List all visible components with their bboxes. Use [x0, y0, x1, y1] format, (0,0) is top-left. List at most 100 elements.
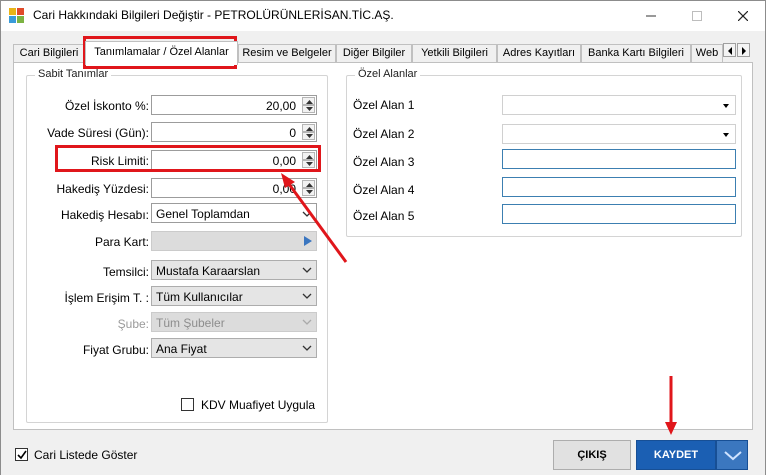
caret-up-icon [306, 183, 313, 187]
tab-web[interactable]: Web [691, 44, 723, 63]
hakedis-yuzde-spinner[interactable] [302, 180, 315, 196]
tab-tanimlamalar[interactable]: Tanımlamalar / Özel Alanlar [85, 41, 238, 65]
caret-down-icon [723, 133, 729, 137]
colored-blocks-icon [9, 8, 25, 24]
ozel-alan-2-select[interactable] [502, 124, 736, 144]
sube-value: Tüm Şubeler [156, 316, 225, 330]
caret-down-icon [306, 190, 313, 194]
cikis-button[interactable]: ÇIKIŞ [553, 440, 631, 470]
chevron-down-icon [302, 267, 312, 273]
para-kart-label: Para Kart: [94, 235, 149, 249]
hakedis-yuzde-value: 0,00 [272, 182, 296, 196]
chevron-down-icon [302, 319, 312, 325]
spin-down-button[interactable] [302, 188, 315, 196]
hakedis-hesap-label: Hakediş Hesabı: [60, 208, 149, 222]
spin-up-button[interactable] [302, 97, 315, 105]
chevron-down-icon [302, 345, 312, 351]
hakedis-hesap-select[interactable]: Genel Toplamdan [151, 203, 317, 223]
sabit-tanimlar-group: Sabit Tanımlar Özel İskonto %: 20,00 Vad… [26, 68, 328, 423]
caret-up-icon [306, 127, 313, 131]
hakedis-yuzde-input[interactable]: 0,00 [151, 178, 317, 198]
temsilci-value: Mustafa Karaarslan [156, 264, 261, 278]
ozel-iskonto-input[interactable]: 20,00 [151, 95, 317, 115]
tab-cari-bilgileri[interactable]: Cari Bilgileri [13, 44, 85, 63]
islem-erisim-select[interactable]: Tüm Kullanıcılar [151, 286, 317, 306]
hakedis-yuzde-label: Hakediş Yüzdesi: [56, 182, 150, 196]
vade-spinner[interactable] [302, 124, 315, 140]
vade-value: 0 [289, 126, 296, 140]
spin-down-button[interactable] [302, 160, 315, 168]
fiyat-grubu-select[interactable]: Ana Fiyat [151, 338, 317, 358]
sabit-tanimlar-title: Sabit Tanımlar [35, 68, 112, 80]
ozel-alan-3-label: Özel Alan 3 [353, 155, 415, 169]
kdv-muafiyet-checkbox[interactable] [181, 398, 194, 411]
tab-banka-karti[interactable]: Banka Kartı Bilgileri [581, 44, 691, 63]
tab-yetkili-bilgileri[interactable]: Yetkili Bilgileri [412, 44, 497, 63]
window-title: Cari Hakkındaki Bilgileri Değiştir - PET… [33, 8, 394, 22]
caret-down-icon [306, 162, 313, 166]
minimize-button[interactable] [628, 1, 674, 31]
maximize-button[interactable] [674, 1, 720, 31]
tab-page-tanimlamalar: Sabit Tanımlar Özel İskonto %: 20,00 Vad… [13, 62, 753, 430]
vade-label: Vade Süresi (Gün): [47, 126, 149, 140]
risk-limiti-value: 0,00 [272, 154, 296, 168]
kaydet-button[interactable]: KAYDET [636, 440, 716, 470]
tab-adres-kayitlari[interactable]: Adres Kayıtları [497, 44, 581, 63]
spin-up-button[interactable] [302, 152, 315, 160]
ozel-alan-5-input[interactable] [502, 204, 736, 224]
caret-down-icon [723, 104, 729, 108]
chevron-down-icon [302, 293, 312, 299]
temsilci-select[interactable]: Mustafa Karaarslan [151, 260, 317, 280]
hakedis-hesap-value: Genel Toplamdan [156, 207, 250, 221]
ozel-alan-4-input[interactable] [502, 177, 736, 197]
chevron-down-icon [724, 451, 742, 461]
ozel-alan-5-label: Özel Alan 5 [353, 209, 415, 223]
ozel-alanlar-group: Özel Alanlar Özel Alan 1 Özel Alan 2 Öze… [346, 68, 742, 237]
tab-scroll-left[interactable] [723, 43, 736, 57]
ozel-alanlar-title: Özel Alanlar [355, 68, 421, 80]
risk-limiti-label: Risk Limiti: [90, 154, 149, 168]
sube-label: Şube: [117, 317, 149, 331]
vade-input[interactable]: 0 [151, 122, 317, 142]
kaydet-dropdown-button[interactable] [716, 440, 748, 470]
caret-up-icon [306, 155, 313, 159]
ozel-iskonto-spinner[interactable] [302, 97, 315, 113]
risk-limiti-input[interactable]: 0,00 [151, 150, 317, 170]
islem-erisim-value: Tüm Kullanıcılar [156, 290, 243, 304]
tab-resim-belgeler[interactable]: Resim ve Belgeler [238, 44, 336, 63]
caret-down-icon [306, 107, 313, 111]
tab-diger-bilgiler[interactable]: Diğer Bilgiler [336, 44, 412, 63]
spin-up-button[interactable] [302, 124, 315, 132]
checkmark-icon [17, 450, 27, 460]
islem-erisim-label: İşlem Erişim T. : [64, 291, 149, 305]
temsilci-label: Temsilci: [102, 265, 149, 279]
bottom-bar: Cari Listede Göster ÇIKIŞ KAYDET [1, 431, 765, 475]
chevron-right-icon [742, 47, 746, 55]
para-kart-selector[interactable] [151, 231, 317, 251]
kdv-muafiyet-label[interactable]: KDV Muafiyet Uygula [201, 398, 315, 412]
spin-down-button[interactable] [302, 105, 315, 113]
minimize-icon [646, 15, 656, 17]
spin-down-button[interactable] [302, 132, 315, 140]
ozel-alan-4-label: Özel Alan 4 [353, 183, 415, 197]
ozel-alan-3-input[interactable] [502, 149, 736, 169]
ozel-alan-1-select[interactable] [502, 95, 736, 115]
caret-up-icon [306, 100, 313, 104]
cari-listede-label[interactable]: Cari Listede Göster [34, 448, 137, 462]
sube-select[interactable]: Tüm Şubeler [151, 312, 317, 332]
caret-down-icon [306, 134, 313, 138]
ozel-alan-2-label: Özel Alan 2 [353, 127, 415, 141]
fiyat-grubu-value: Ana Fiyat [156, 342, 207, 356]
ozel-iskonto-label: Özel İskonto %: [64, 99, 149, 113]
spin-up-button[interactable] [302, 180, 315, 188]
title-bar[interactable]: Cari Hakkındaki Bilgileri Değiştir - PET… [1, 1, 765, 31]
tab-scroll-right[interactable] [737, 43, 750, 57]
close-button[interactable] [720, 1, 766, 31]
cari-listede-checkbox[interactable] [15, 448, 28, 461]
dialog-window: Cari Hakkındaki Bilgileri Değiştir - PET… [0, 0, 766, 475]
ozel-alan-1-label: Özel Alan 1 [353, 98, 415, 112]
chevron-down-icon [302, 211, 312, 217]
close-icon [738, 11, 748, 21]
risk-limiti-spinner[interactable] [302, 152, 315, 168]
tab-strip: Cari Bilgileri Tanımlamalar / Özel Alanl… [13, 41, 753, 65]
